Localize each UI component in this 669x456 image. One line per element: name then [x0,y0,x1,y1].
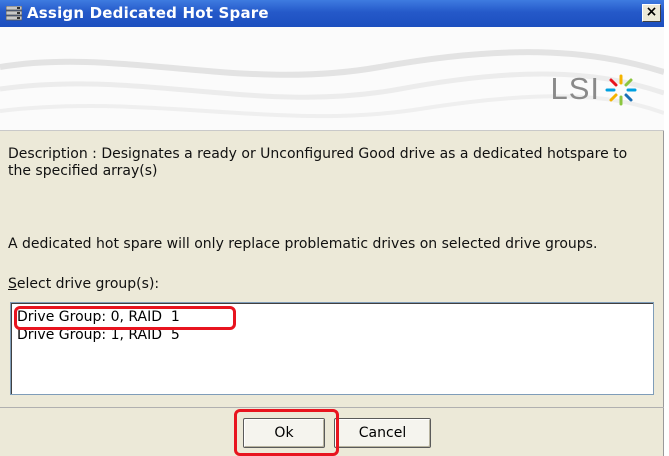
title-bar[interactable]: Assign Dedicated Hot Spare × [0,0,664,27]
footer-divider [0,407,664,408]
close-icon: × [645,4,658,20]
list-item-drive-group-1[interactable]: Drive Group: 1, RAID 5 [17,327,180,343]
list-item-drive-group-0[interactable]: Drive Group: 0, RAID 1 [17,309,180,325]
logo-text: LSI [550,71,600,106]
lsi-starburst-icon [605,74,637,106]
dedicated-spare-note: A dedicated hot spare will only replace … [8,236,598,252]
close-button[interactable]: × [642,4,661,22]
window-title: Assign Dedicated Hot Spare [27,4,269,22]
cancel-button[interactable]: Cancel [334,418,431,448]
select-label-rest: elect drive group(s): [16,276,160,292]
assign-hot-spare-dialog: Assign Dedicated Hot Spare × LSI Descrip… [0,0,664,456]
header-banner: LSI [0,27,664,131]
server-stack-icon [5,5,23,21]
select-drive-groups-label: Select drive group(s): [8,276,159,293]
mnemonic-letter: S [8,276,17,292]
ok-button[interactable]: Ok [243,418,325,448]
description-text: Description : Designates a ready or Unco… [8,146,628,179]
drive-group-listbox[interactable]: Drive Group: 0, RAID 1 Drive Group: 1, R… [10,302,654,395]
